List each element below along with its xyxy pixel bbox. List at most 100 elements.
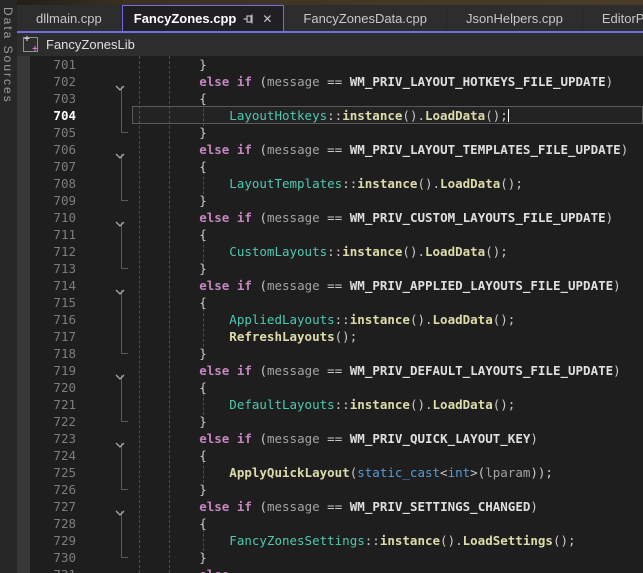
code-line[interactable]: 722} [0, 413, 643, 430]
code-text[interactable]: { [139, 90, 207, 107]
code-line[interactable]: 726} [0, 481, 643, 498]
code-line[interactable]: 728 { [0, 515, 643, 532]
code-line[interactable]: 725 ApplyQuickLayout(static_cast<int>(lpa… [0, 464, 643, 481]
code-text[interactable]: AppliedLayouts::instance().LoadData(); [139, 311, 515, 328]
code-line[interactable]: 721 DefaultLayouts::instance().LoadData()… [0, 396, 643, 413]
code-line[interactable]: 727else if (message == WM_PRIV_SETTINGS_… [0, 498, 643, 515]
pin-icon[interactable] [243, 13, 255, 25]
code-line[interactable]: 702else if (message == WM_PRIV_LAYOUT_HO… [0, 73, 643, 90]
line-number: 726 [28, 481, 76, 498]
tab-fancyzonesdata-cpp[interactable]: FancyZonesData.cpp [284, 5, 447, 31]
line-number: 719 [28, 362, 76, 379]
line-number: 715 [28, 294, 76, 311]
breadcrumb-project-name[interactable]: FancyZonesLib [46, 37, 135, 52]
code-text[interactable]: { [139, 447, 207, 464]
code-text[interactable]: else if (message == WM_PRIV_APPLIED_LAYO… [139, 277, 621, 294]
code-line[interactable]: 707 { [0, 158, 643, 175]
code-line[interactable]: 708 LayoutTemplates::instance().LoadData(… [0, 175, 643, 192]
code-line[interactable]: 731else [0, 566, 643, 573]
tab-editorparameters[interactable]: EditorParameters [583, 5, 643, 31]
line-number: 708 [28, 175, 76, 192]
close-icon[interactable]: ✕ [262, 13, 272, 25]
code-line[interactable]: 710else if (message == WM_PRIV_CUSTOM_LA… [0, 209, 643, 226]
code-text[interactable]: else if (message == WM_PRIV_LAYOUT_HOTKE… [139, 73, 613, 90]
tab-label: EditorParameters [602, 11, 643, 26]
line-number: 714 [28, 277, 76, 294]
code-editor[interactable]: 701}702else if (message == WM_PRIV_LAYOU… [0, 56, 643, 573]
code-text[interactable]: else if (message == WM_PRIV_DEFAULT_LAYO… [139, 362, 621, 379]
line-number: 721 [28, 396, 76, 413]
code-text[interactable]: } [139, 260, 207, 277]
code-line[interactable]: 718} [0, 345, 643, 362]
code-text[interactable]: DefaultLayouts::instance().LoadData(); [139, 396, 515, 413]
code-line[interactable]: 701} [0, 56, 643, 73]
line-number: 725 [28, 464, 76, 481]
code-text[interactable]: LayoutTemplates::instance().LoadData(); [139, 175, 523, 192]
code-text[interactable]: else if (message == WM_PRIV_LAYOUT_TEMPL… [139, 141, 628, 158]
line-number: 707 [28, 158, 76, 175]
code-line[interactable]: 730} [0, 549, 643, 566]
code-text[interactable]: CustomLayouts::instance().LoadData(); [139, 243, 508, 260]
tab-fancyzones-cpp[interactable]: FancyZones.cpp ✕ [122, 5, 285, 31]
line-number: 722 [28, 413, 76, 430]
tab-label: dllmain.cpp [36, 11, 102, 26]
line-number: 712 [28, 243, 76, 260]
code-line[interactable]: 705} [0, 124, 643, 141]
code-text[interactable]: else [139, 566, 229, 573]
line-number: 713 [28, 260, 76, 277]
code-text[interactable]: } [139, 481, 207, 498]
line-number: 705 [28, 124, 76, 141]
code-line[interactable]: 717 RefreshLayouts(); [0, 328, 643, 345]
vs-editor-window: Data Sources dllmain.cppFancyZones.cpp✕F… [0, 0, 643, 573]
code-text[interactable]: else if (message == WM_PRIV_QUICK_LAYOUT… [139, 430, 538, 447]
code-line[interactable]: 724{ [0, 447, 643, 464]
code-text[interactable]: { [139, 379, 207, 396]
code-line[interactable]: 706 else if (message == WM_PRIV_LAYOUT_TE… [0, 141, 643, 158]
code-text[interactable]: { [139, 515, 207, 532]
code-line[interactable]: 720 { [0, 379, 643, 396]
text-cursor [508, 109, 510, 122]
code-text[interactable]: } [139, 124, 207, 141]
code-line[interactable]: 723 else if (message == WM_PRIV_QUICK_LAY… [0, 430, 643, 447]
code-text[interactable]: else if (message == WM_PRIV_SETTINGS_CHA… [139, 498, 538, 515]
code-text[interactable]: ApplyQuickLayout(static_cast<int>(lparam… [139, 464, 553, 481]
cpp-project-icon: + + [23, 37, 38, 52]
code-line[interactable]: 712 CustomLayouts::instance().LoadData(); [0, 243, 643, 260]
tab-label: JsonHelpers.cpp [466, 11, 563, 26]
code-text[interactable]: } [139, 192, 207, 209]
code-line[interactable]: 719 else if (message == WM_PRIV_DEFAULT_L… [0, 362, 643, 379]
code-line[interactable]: 729FancyZonesSettings::instance().LoadSe… [0, 532, 643, 549]
code-line[interactable]: 704LayoutHotkeys::instance().LoadData(); [0, 107, 643, 124]
code-text[interactable]: { [139, 226, 207, 243]
code-line[interactable]: 714 else if (message == WM_PRIV_APPLIED_L… [0, 277, 643, 294]
tab-dllmain-cpp[interactable]: dllmain.cpp [17, 5, 122, 31]
line-number: 703 [28, 90, 76, 107]
code-line[interactable]: 703 { [0, 90, 643, 107]
line-number: 728 [28, 515, 76, 532]
code-line[interactable]: 715 { [0, 294, 643, 311]
line-number: 709 [28, 192, 76, 209]
code-text[interactable]: } [139, 413, 207, 430]
line-number: 723 [28, 430, 76, 447]
code-text[interactable]: { [139, 294, 207, 311]
line-number: 716 [28, 311, 76, 328]
tab-label: FancyZones.cpp [134, 11, 237, 26]
code-text[interactable]: FancyZonesSettings::instance().LoadSetti… [139, 532, 576, 549]
code-text[interactable]: { [139, 158, 207, 175]
code-line[interactable]: 713} [0, 260, 643, 277]
line-number: 706 [28, 141, 76, 158]
line-number: 717 [28, 328, 76, 345]
line-number: 718 [28, 345, 76, 362]
code-text[interactable]: } [139, 549, 207, 566]
code-text[interactable]: } [139, 56, 207, 73]
code-line[interactable]: 711{ [0, 226, 643, 243]
tab-jsonhelpers-cpp[interactable]: JsonHelpers.cpp [447, 5, 583, 31]
tab-label: FancyZonesData.cpp [303, 11, 427, 26]
code-text[interactable]: } [139, 345, 207, 362]
code-text[interactable]: else if (message == WM_PRIV_CUSTOM_LAYOU… [139, 209, 613, 226]
line-number: 720 [28, 379, 76, 396]
code-line[interactable]: 716 AppliedLayouts::instance().LoadData()… [0, 311, 643, 328]
code-line[interactable]: 709} [0, 192, 643, 209]
code-text[interactable]: LayoutHotkeys::instance().LoadData(); [139, 107, 509, 124]
code-text[interactable]: RefreshLayouts(); [139, 328, 357, 345]
